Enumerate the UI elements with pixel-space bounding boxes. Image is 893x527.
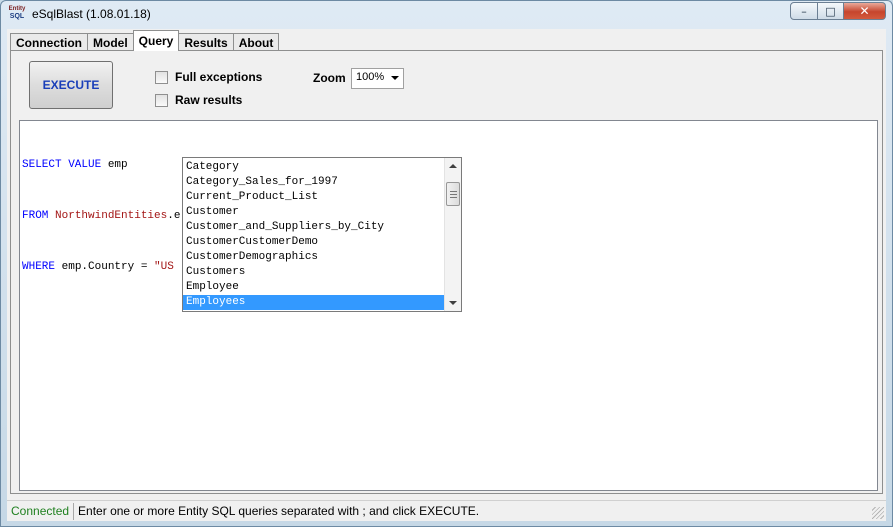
query-editor[interactable]: SELECT VALUE emp FROM NorthwindEntities.… xyxy=(19,120,878,491)
execute-button[interactable]: EXECUTE xyxy=(29,61,113,109)
raw-results-checkbox[interactable] xyxy=(155,93,168,107)
minimize-icon: – xyxy=(801,4,807,18)
entity-container-name: NorthwindEntities xyxy=(55,210,168,222)
tab-results[interactable]: Results xyxy=(178,33,234,51)
autocomplete-items: Category Category_Sales_for_1997 Current… xyxy=(183,160,444,310)
title-bar[interactable]: Entity SQL eSqlBlast (1.08.01.18) – □ ✕ xyxy=(1,1,892,29)
grip-line xyxy=(450,197,457,198)
status-message: Enter one or more Entity SQL queries sep… xyxy=(78,503,480,518)
code-text: emp xyxy=(101,159,128,171)
list-item-selected[interactable]: Employees xyxy=(183,295,444,310)
connection-status: Connected xyxy=(7,502,75,520)
full-exceptions-option[interactable]: Full exceptions xyxy=(155,70,262,84)
grip-line xyxy=(450,191,457,192)
tab-model[interactable]: Model xyxy=(87,33,134,51)
tab-strip: Connection Model Query Results About xyxy=(10,30,280,51)
code-text: emp.Country = xyxy=(55,261,155,273)
app-window: Entity SQL eSqlBlast (1.08.01.18) – □ ✕ … xyxy=(0,0,893,527)
list-item[interactable]: Employee xyxy=(183,280,444,295)
full-exceptions-checkbox[interactable] xyxy=(155,70,168,84)
window-controls: – □ ✕ xyxy=(790,2,886,21)
keyword: WHERE xyxy=(22,261,56,273)
list-item[interactable]: Customers xyxy=(183,265,444,280)
close-button[interactable]: ✕ xyxy=(844,2,886,20)
raw-results-label: Raw results xyxy=(175,93,243,107)
zoom-label: Zoom xyxy=(313,71,346,85)
list-item[interactable]: CustomerDemographics xyxy=(183,250,444,265)
app-icon-text-top: Entity xyxy=(8,6,26,12)
grip-line xyxy=(450,194,457,195)
maximize-icon: □ xyxy=(825,4,836,18)
app-icon-text-bottom: SQL xyxy=(9,13,25,20)
client-area: Connection Model Query Results About EXE… xyxy=(7,29,886,521)
tab-connection[interactable]: Connection xyxy=(10,33,88,51)
list-item[interactable]: Category xyxy=(183,160,444,175)
minimize-button[interactable]: – xyxy=(790,2,818,20)
keyword: FROM xyxy=(22,210,49,222)
zoom-value: 100% xyxy=(356,71,385,83)
scroll-down-arrow-icon[interactable] xyxy=(449,301,457,305)
list-item[interactable]: Customer_and_Suppliers_by_City xyxy=(183,220,444,235)
status-bar: Connected Enter one or more Entity SQL q… xyxy=(7,500,886,521)
chevron-down-icon xyxy=(391,76,399,80)
list-item[interactable]: CustomerCustomerDemo xyxy=(183,235,444,250)
zoom-dropdown[interactable]: 100% xyxy=(351,68,404,89)
autocomplete-scrollbar[interactable] xyxy=(444,158,461,311)
tab-about[interactable]: About xyxy=(232,33,280,51)
string-literal: "US xyxy=(154,261,174,273)
scrollbar-thumb[interactable] xyxy=(446,182,460,206)
close-icon: ✕ xyxy=(859,4,870,18)
full-exceptions-label: Full exceptions xyxy=(175,70,263,84)
list-item[interactable]: Category_Sales_for_1997 xyxy=(183,175,444,190)
window-title: eSqlBlast (1.08.01.18) xyxy=(32,7,151,21)
scroll-up-arrow-icon[interactable] xyxy=(449,164,457,168)
maximize-button[interactable]: □ xyxy=(818,2,844,20)
autocomplete-list[interactable]: Category Category_Sales_for_1997 Current… xyxy=(182,157,462,312)
query-tab-panel: EXECUTE Full exceptions Raw results Zoom… xyxy=(10,50,883,494)
raw-results-option[interactable]: Raw results xyxy=(155,93,242,107)
list-item[interactable]: Current_Product_List xyxy=(183,190,444,205)
entity-sql-app-icon[interactable]: Entity SQL xyxy=(8,6,26,24)
tab-query[interactable]: Query xyxy=(132,30,180,51)
resize-grip-icon[interactable] xyxy=(872,507,884,519)
list-item[interactable]: Customer xyxy=(183,205,444,220)
keyword: SELECT VALUE xyxy=(22,159,102,171)
